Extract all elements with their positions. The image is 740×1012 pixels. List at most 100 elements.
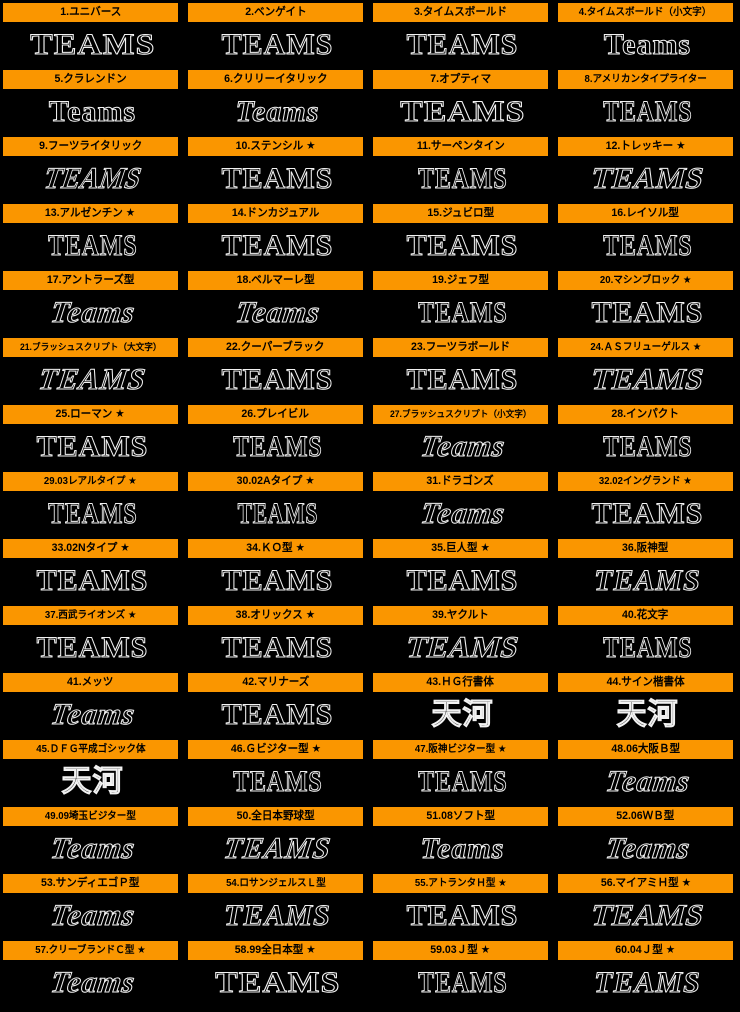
font-sample-cell[interactable]: 30.02Aタイプ ★ TEAMS [185, 469, 370, 536]
font-sample-cell[interactable]: 25.ローマン ★ TEAMS [0, 402, 185, 469]
font-sample-text: TEAMS [417, 161, 508, 195]
font-sample-cell[interactable]: 37.西武ライオンズ ★ TEAMS [0, 603, 185, 670]
font-sample-preview: TEAMS [555, 491, 740, 536]
font-sample-preview: TEAMS [185, 491, 370, 536]
font-sample-cell[interactable]: 44.サイン楷書体天河 [555, 670, 740, 737]
font-sample-text: TEAMS [232, 764, 323, 798]
font-sample-text: TEAMS [221, 831, 334, 865]
font-sample-cell[interactable]: 20.マシンブロック ★ TEAMS [555, 268, 740, 335]
font-sample-cell[interactable]: 48.06大阪Ｂ型 Teams [555, 737, 740, 804]
font-sample-cell[interactable]: 18.ベルマーレ型 Teams [185, 268, 370, 335]
font-sample-preview: TEAMS [185, 893, 370, 938]
font-name-label: 44.サイン楷書体 [606, 676, 685, 688]
font-sample-text: TEAMS [221, 161, 334, 195]
font-sample-text: TEAMS [29, 27, 156, 61]
font-sample-cell[interactable]: 21.ブラッシュスクリプト（大文字） TEAMS [0, 335, 185, 402]
font-sample-preview: TEAMS [370, 558, 555, 603]
font-sample-cell[interactable]: 55.アトランタＨ型 ★ TEAMS [370, 871, 555, 938]
font-sample-preview: Teams [370, 826, 555, 871]
font-sample-cell[interactable]: 22.クーパーブラック TEAMS [185, 335, 370, 402]
font-sample-cell[interactable]: 54.ロサンジェルスＬ型 TEAMS [185, 871, 370, 938]
font-name-bar: 23.フーツラボールド [373, 338, 548, 357]
font-sample-cell[interactable]: 45.ＤＦＧ平成ゴシック体 天河 [0, 737, 185, 804]
font-name-bar: 14.ドンカジュアル [188, 204, 363, 223]
font-sample-text: TEAMS [214, 965, 341, 999]
font-sample-cell[interactable]: 60.04Ｊ型 ★ TEAMS [555, 938, 740, 1005]
font-name-bar: 6.クリリーイタリック [188, 70, 363, 89]
font-sample-cell[interactable]: 49.09埼玉ビジター型 Teams [0, 804, 185, 871]
font-sample-preview: TEAMS [370, 223, 555, 268]
font-name-label: 60.04Ｊ型 ★ [615, 944, 676, 956]
font-sample-cell[interactable]: 2.ベンゲイト TEAMS [185, 0, 370, 67]
font-sample-preview: 天河 [555, 692, 740, 737]
font-sample-cell[interactable]: 5.クラレンドン Teams [0, 67, 185, 134]
font-sample-cell[interactable]: 43.ＨＧ行書体 天河 [370, 670, 555, 737]
font-name-label: 54.ロサンジェルスＬ型 [225, 878, 326, 889]
font-sample-cell[interactable]: 27.ブラッシュスクリプト（小文字） Teams [370, 402, 555, 469]
font-name-bar: 17.アントラーズ型 [3, 271, 178, 290]
font-sample-cell[interactable]: 29.03レアルタイプ ★ TEAMS [0, 469, 185, 536]
font-name-label: 59.03Ｊ型 ★ [430, 944, 491, 956]
font-name-bar: 26.プレイビル [188, 405, 363, 424]
font-sample-cell[interactable]: 17.アントラーズ型 Teams [0, 268, 185, 335]
font-sample-cell[interactable]: 23.フーツラボールド TEAMS [370, 335, 555, 402]
font-name-label: 33.02Nタイプ ★ [51, 542, 130, 554]
font-sample-text: TEAMS [237, 496, 318, 530]
font-sample-cell[interactable]: 53.サンディエゴＰ型 Teams [0, 871, 185, 938]
font-name-bar: 54.ロサンジェルスＬ型 [188, 874, 363, 893]
font-sample-cell[interactable]: 4.タイムスボールド（小文字） Teams [555, 0, 740, 67]
font-sample-preview: TEAMS [555, 960, 740, 1005]
font-sample-cell[interactable]: 33.02Nタイプ ★ TEAMS [0, 536, 185, 603]
font-sample-cell[interactable]: 47.阪神ビジター型 ★ TEAMS [370, 737, 555, 804]
font-sample-preview: TEAMS [0, 22, 185, 67]
font-sample-cell[interactable]: 13.アルゼンチン ★ TEAMS [0, 201, 185, 268]
font-sample-cell[interactable]: 39.ヤクルト TEAMS [370, 603, 555, 670]
font-sample-cell[interactable]: 50.全日本野球型 TEAMS [185, 804, 370, 871]
font-sample-cell[interactable]: 31.ドラゴンズ Teams [370, 469, 555, 536]
font-sample-cell[interactable]: 34.ＫＯ型 ★ TEAMS [185, 536, 370, 603]
font-sample-cell[interactable]: 56.マイアミＨ型 ★ TEAMS [555, 871, 740, 938]
font-sample-cell[interactable]: 14.ドンカジュアル TEAMS [185, 201, 370, 268]
font-sample-cell[interactable]: 58.99全日本型 ★ TEAMS [185, 938, 370, 1005]
font-name-label: 28.インパクト [611, 408, 680, 420]
font-name-label: 23.フーツラボールド [411, 341, 510, 353]
font-sample-cell[interactable]: 6.クリリーイタリック Teams [185, 67, 370, 134]
font-name-bar: 39.ヤクルト [373, 606, 548, 625]
font-sample-text: Teams [603, 831, 693, 865]
font-sample-cell[interactable]: 28.インパクト TEAMS [555, 402, 740, 469]
font-sample-cell[interactable]: 9.フーツライタリック TEAMS [0, 134, 185, 201]
font-sample-cell[interactable]: 59.03Ｊ型 ★ TEAMS [370, 938, 555, 1005]
font-name-bar: 45.ＤＦＧ平成ゴシック体 [3, 740, 178, 759]
font-sample-preview: TEAMS [555, 290, 740, 335]
font-sample-cell[interactable]: 32.02イングランド ★ TEAMS [555, 469, 740, 536]
font-sample-cell[interactable]: 8.アメリカンタイプライター TEAMS [555, 67, 740, 134]
font-sample-cell[interactable]: 24.ＡＳフリューゲルス ★ TEAMS [555, 335, 740, 402]
font-name-bar: 36.阪神型 [558, 539, 733, 558]
font-sample-cell[interactable]: 35.巨人型 ★ TEAMS [370, 536, 555, 603]
font-name-bar: 8.アメリカンタイプライター [558, 70, 733, 89]
font-sample-cell[interactable]: 42.マリナーズ TEAMS [185, 670, 370, 737]
font-sample-preview: TEAMS [185, 22, 370, 67]
font-sample-text: TEAMS [417, 295, 508, 329]
font-sample-cell[interactable]: 51.08ソフト型 Teams [370, 804, 555, 871]
font-name-label: 58.99全日本型 ★ [234, 944, 317, 956]
font-sample-cell[interactable]: 15.ジュビロ型 TEAMS [370, 201, 555, 268]
font-sample-cell[interactable]: 19.ジェフ型 TEAMS [370, 268, 555, 335]
font-sample-cell[interactable]: 3.タイムスボールド TEAMS [370, 0, 555, 67]
font-sample-cell[interactable]: 7.オプティマ TEAMS [370, 67, 555, 134]
font-sample-cell[interactable]: 38.オリックス ★ TEAMS [185, 603, 370, 670]
font-sample-cell[interactable]: 40.花文字 TEAMS [555, 603, 740, 670]
font-sample-cell[interactable]: 1.ユニバース TEAMS [0, 0, 185, 67]
font-name-label: 11.サーペンタイン [416, 140, 505, 152]
font-sample-cell[interactable]: 36.阪神型 TEAMS [555, 536, 740, 603]
font-sample-cell[interactable]: 52.06ＷＢ型 Teams [555, 804, 740, 871]
font-sample-cell[interactable]: 46.Ｇビジター型 ★ TEAMS [185, 737, 370, 804]
font-sample-cell[interactable]: 12.トレッキー ★ TEAMS [555, 134, 740, 201]
font-sample-cell[interactable]: 11.サーペンタイン TEAMS [370, 134, 555, 201]
font-sample-preview: TEAMS [0, 424, 185, 469]
font-sample-cell[interactable]: 26.プレイビル TEAMS [185, 402, 370, 469]
font-sample-cell[interactable]: 10.ステンシル ★ TEAMS [185, 134, 370, 201]
font-sample-cell[interactable]: 57.クリーブランドＣ型 ★ Teams [0, 938, 185, 1005]
font-sample-cell[interactable]: 16.レイソル型 TEAMS [555, 201, 740, 268]
font-sample-cell[interactable]: 41.メッツ Teams [0, 670, 185, 737]
